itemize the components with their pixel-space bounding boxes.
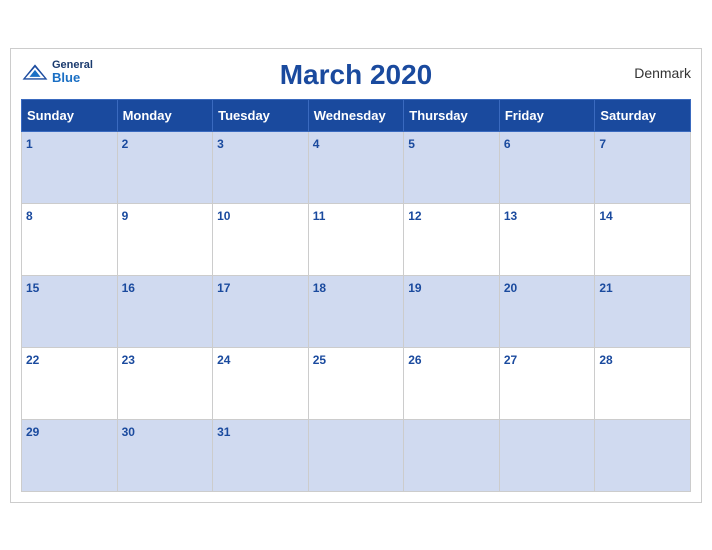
logo-area: General Blue [21, 59, 93, 85]
calendar-header: General Blue March 2020 Denmark [21, 59, 691, 91]
day-number: 13 [504, 209, 517, 223]
header-tuesday: Tuesday [213, 99, 309, 131]
calendar-cell: 16 [117, 275, 213, 347]
day-number: 28 [599, 353, 612, 367]
day-number: 31 [217, 425, 230, 439]
day-number: 23 [122, 353, 135, 367]
logo-blue-text: Blue [52, 71, 93, 85]
day-number: 8 [26, 209, 33, 223]
calendar-cell [499, 419, 595, 491]
header-wednesday: Wednesday [308, 99, 404, 131]
calendar-cell: 3 [213, 131, 309, 203]
day-number: 2 [122, 137, 129, 151]
calendar-cell: 6 [499, 131, 595, 203]
day-number: 5 [408, 137, 415, 151]
day-number: 25 [313, 353, 326, 367]
day-number: 16 [122, 281, 135, 295]
day-number: 3 [217, 137, 224, 151]
calendar-cell: 22 [22, 347, 118, 419]
day-number: 11 [313, 209, 326, 223]
calendar-cell: 19 [404, 275, 500, 347]
calendar-cell: 23 [117, 347, 213, 419]
day-number: 12 [408, 209, 421, 223]
calendar-cell: 18 [308, 275, 404, 347]
calendar-cell: 21 [595, 275, 691, 347]
header-sunday: Sunday [22, 99, 118, 131]
calendar-cell: 15 [22, 275, 118, 347]
day-number: 10 [217, 209, 230, 223]
day-number: 29 [26, 425, 39, 439]
month-title: March 2020 [280, 59, 433, 91]
calendar-cell: 31 [213, 419, 309, 491]
day-number: 26 [408, 353, 421, 367]
header-friday: Friday [499, 99, 595, 131]
day-number: 22 [26, 353, 39, 367]
calendar-wrapper: General Blue March 2020 Denmark Sunday M… [10, 48, 702, 503]
calendar-cell: 25 [308, 347, 404, 419]
week-row-1: 1 2 3 4 5 6 7 [22, 131, 691, 203]
calendar-cell: 26 [404, 347, 500, 419]
day-number: 7 [599, 137, 606, 151]
weekday-header-row: Sunday Monday Tuesday Wednesday Thursday… [22, 99, 691, 131]
calendar-cell: 5 [404, 131, 500, 203]
calendar-cell: 27 [499, 347, 595, 419]
day-number: 21 [599, 281, 612, 295]
calendar-cell: 7 [595, 131, 691, 203]
calendar-cell: 28 [595, 347, 691, 419]
week-row-2: 8 9 10 11 12 13 14 [22, 203, 691, 275]
day-number: 4 [313, 137, 320, 151]
calendar-cell: 20 [499, 275, 595, 347]
calendar-cell [595, 419, 691, 491]
calendar-cell: 1 [22, 131, 118, 203]
day-number: 27 [504, 353, 517, 367]
day-number: 14 [599, 209, 612, 223]
calendar-cell: 24 [213, 347, 309, 419]
week-row-3: 15 16 17 18 19 20 21 [22, 275, 691, 347]
day-number: 30 [122, 425, 135, 439]
header-saturday: Saturday [595, 99, 691, 131]
day-number: 15 [26, 281, 39, 295]
day-number: 24 [217, 353, 230, 367]
calendar-cell [404, 419, 500, 491]
calendar-cell: 29 [22, 419, 118, 491]
calendar-body: 1234567891011121314151617181920212223242… [22, 131, 691, 491]
calendar-cell: 10 [213, 203, 309, 275]
week-row-4: 22 23 24 25 26 27 28 [22, 347, 691, 419]
day-number: 17 [217, 281, 230, 295]
calendar-cell: 12 [404, 203, 500, 275]
day-number: 6 [504, 137, 511, 151]
calendar-cell: 4 [308, 131, 404, 203]
day-number: 1 [26, 137, 33, 151]
day-number: 9 [122, 209, 129, 223]
header-thursday: Thursday [404, 99, 500, 131]
calendar-cell: 17 [213, 275, 309, 347]
generalblue-icon [21, 63, 49, 81]
country-label: Denmark [634, 65, 691, 81]
calendar-cell: 9 [117, 203, 213, 275]
calendar-cell: 13 [499, 203, 595, 275]
day-number: 19 [408, 281, 421, 295]
calendar-cell [308, 419, 404, 491]
day-number: 18 [313, 281, 326, 295]
header-monday: Monday [117, 99, 213, 131]
day-number: 20 [504, 281, 517, 295]
calendar-cell: 11 [308, 203, 404, 275]
logo-general-text: General [52, 59, 93, 71]
calendar-cell: 30 [117, 419, 213, 491]
calendar-cell: 2 [117, 131, 213, 203]
calendar-cell: 8 [22, 203, 118, 275]
week-row-5: 29 30 31 [22, 419, 691, 491]
calendar-table: Sunday Monday Tuesday Wednesday Thursday… [21, 99, 691, 492]
calendar-cell: 14 [595, 203, 691, 275]
